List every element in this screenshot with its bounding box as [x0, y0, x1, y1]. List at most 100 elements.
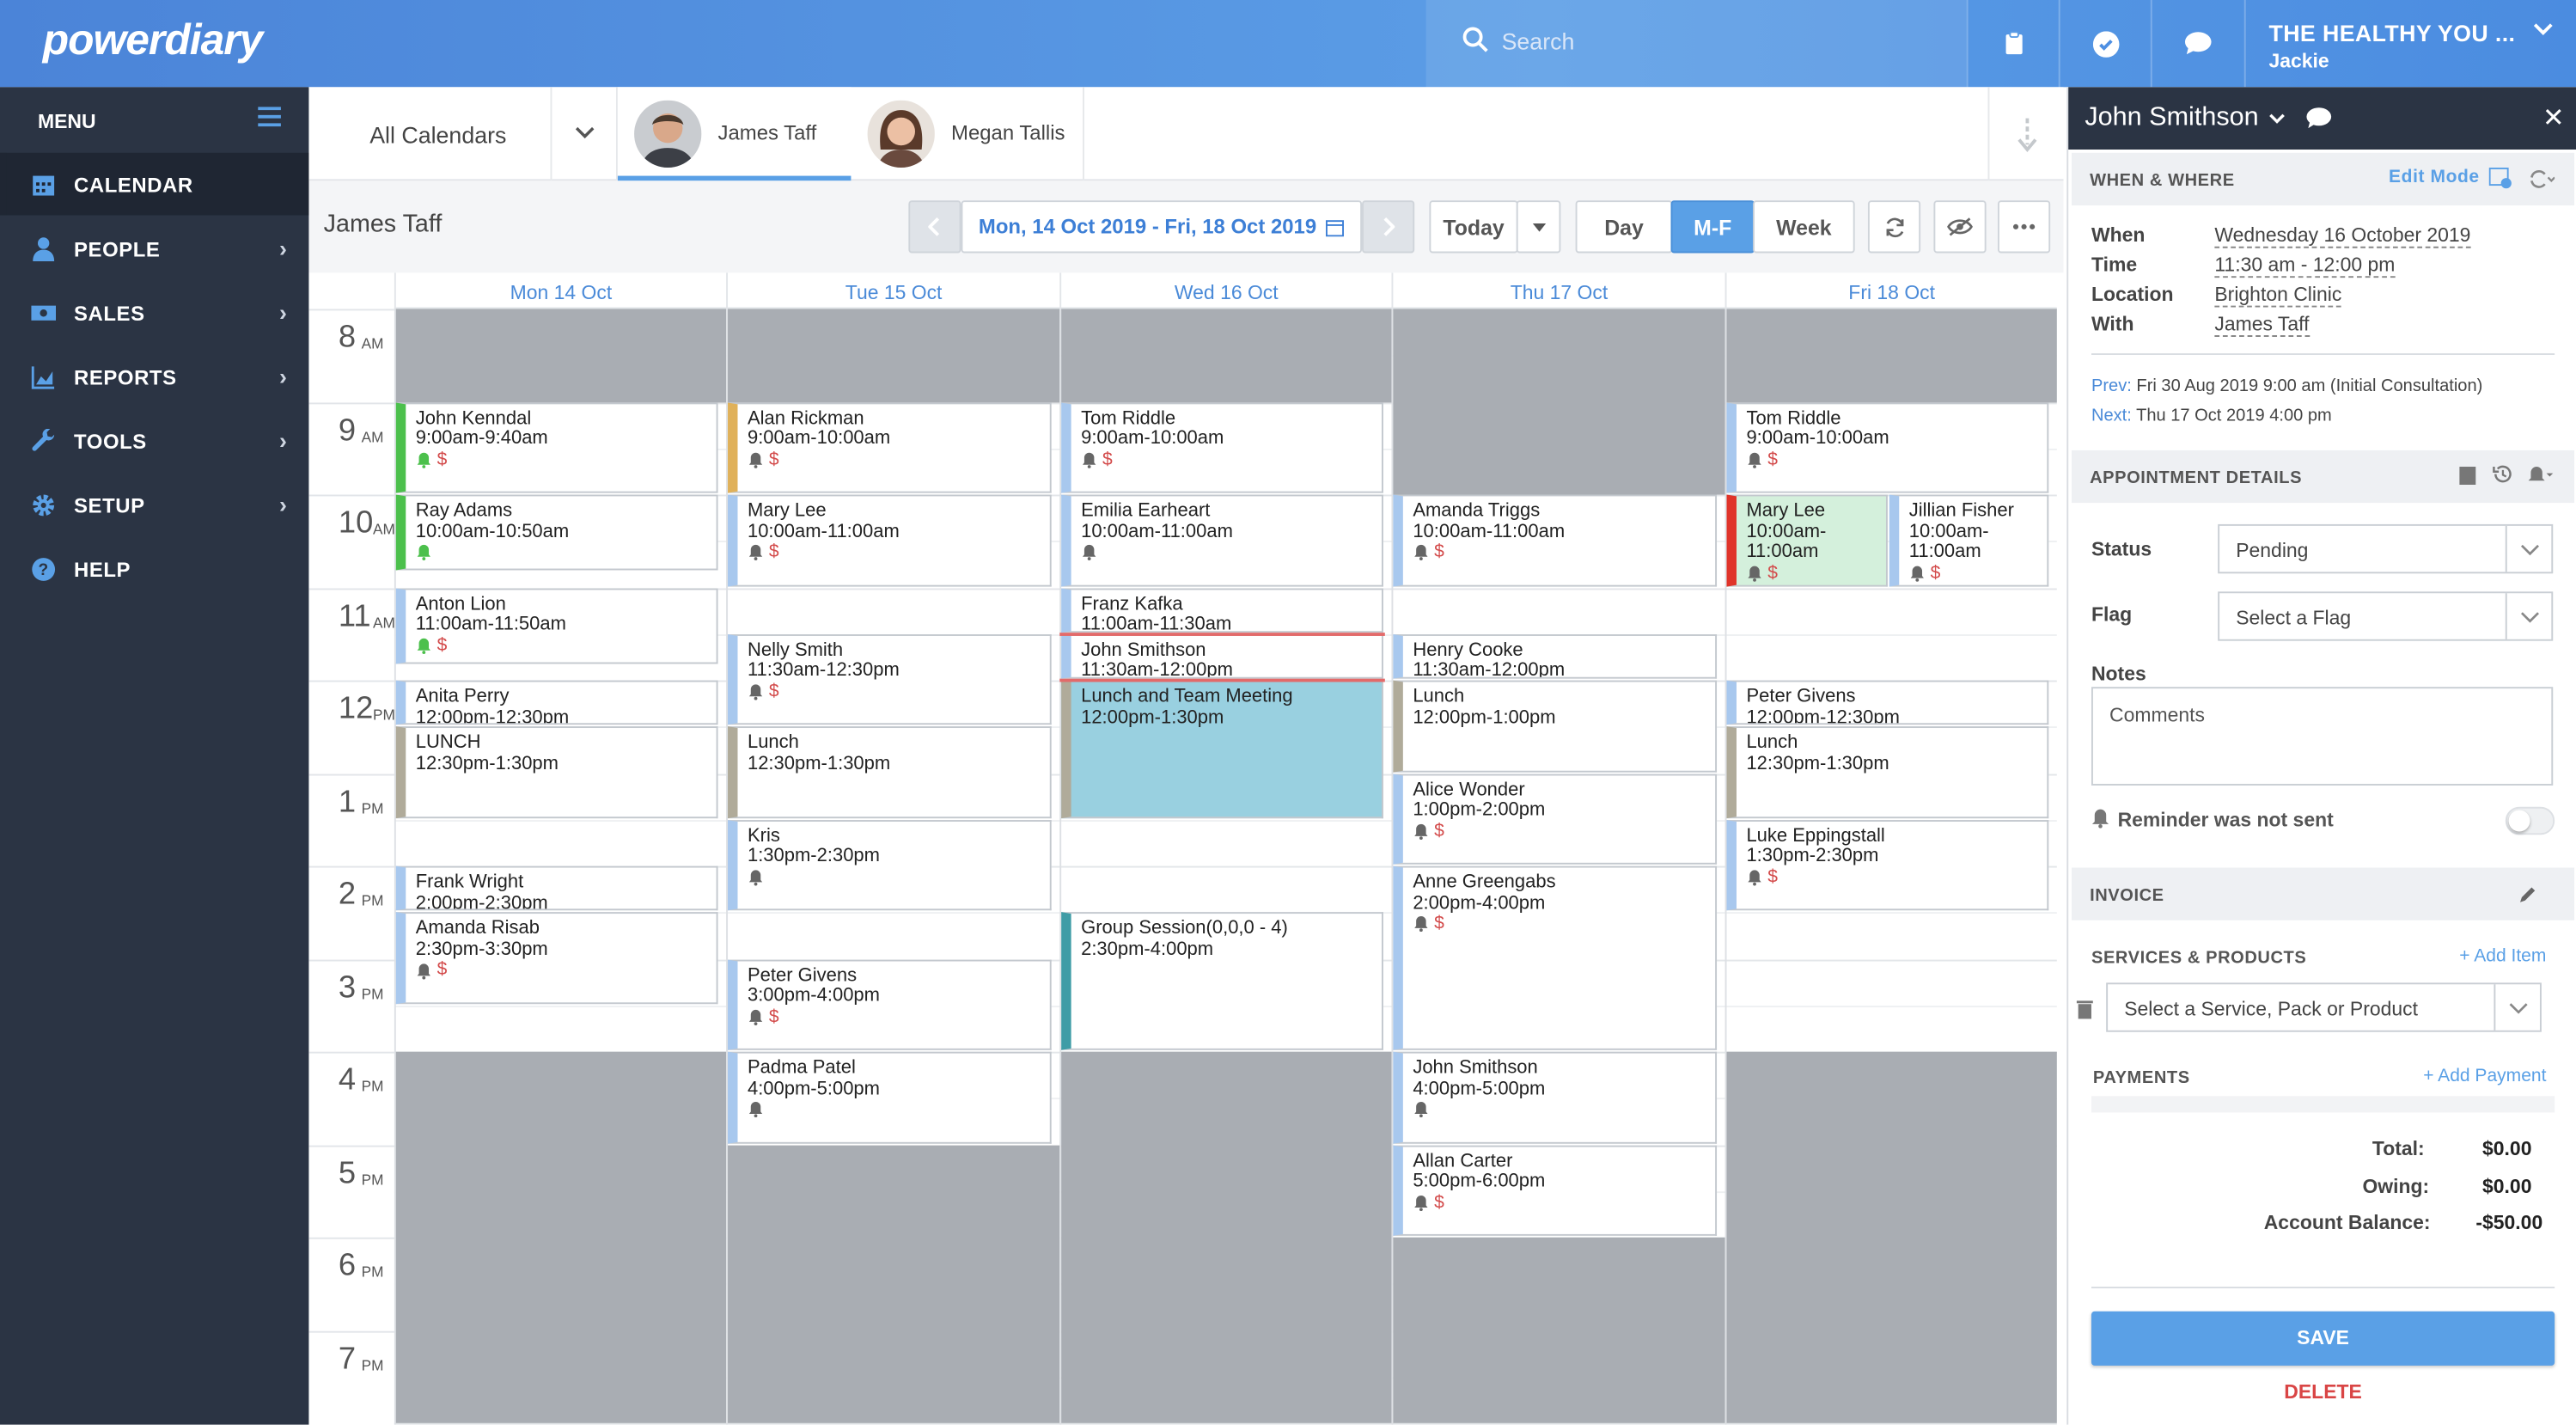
appointment-block[interactable]: Peter Givens 3:00pm-4:00pm $ [728, 958, 1052, 1050]
appointment-block[interactable]: John Smithson 4:00pm-5:00pm [1393, 1051, 1718, 1143]
field-value-with[interactable]: James Taff [2214, 312, 2310, 337]
appointment-block[interactable]: Tom Riddle 9:00am-10:00am $ [1061, 401, 1383, 493]
sidebar-item-people[interactable]: PEOPLE › [0, 217, 308, 279]
tab-megan-tallis[interactable]: Megan Tallis [851, 87, 1084, 181]
appointment-time: 12:30pm-1:30pm [1746, 754, 1889, 774]
hamburger-icon[interactable] [258, 107, 281, 127]
delete-button[interactable]: DELETE [2091, 1380, 2555, 1407]
appointment-block[interactable]: Alice Wonder 1:00pm-2:00pm $ [1393, 773, 1718, 865]
search-box[interactable]: Search [1425, 0, 1967, 88]
field-value-time[interactable]: 11:30 am - 12:00 pm [2214, 253, 2396, 278]
field-value-when[interactable]: Wednesday 16 October 2019 [2214, 223, 2471, 248]
add-item-link[interactable]: + Add Item [2459, 946, 2546, 966]
appointment-block[interactable]: Tom Riddle 9:00am-10:00am $ [1726, 401, 2049, 493]
field-value-location[interactable]: Brighton Clinic [2214, 283, 2342, 308]
tab-james-taff[interactable]: James Taff [617, 87, 852, 181]
appointment-block[interactable]: Emilia Earheart 10:00am-11:00am [1061, 494, 1383, 586]
sidebar-item-calendar[interactable]: CALENDAR [0, 152, 309, 216]
next-week-button[interactable] [1362, 200, 1415, 254]
chevron-down-icon[interactable] [2268, 113, 2285, 125]
appointment-block[interactable]: Group Session(0,0,0 - 4) 2:30pm-4:00pm [1061, 912, 1383, 1050]
sidebar-item-setup[interactable]: SETUP › [0, 474, 308, 536]
appointment-block[interactable]: Anton Lion 11:00am-11:50am $ [395, 587, 718, 664]
appointment-block[interactable]: Lunch 12:30pm-1:30pm [1726, 726, 2049, 818]
sync-icon[interactable] [2529, 169, 2555, 189]
prev-appointment[interactable]: Prev: Fri 30 Aug 2019 9:00 am (Initial C… [2091, 376, 2482, 396]
add-payment-link[interactable]: + Add Payment [2423, 1067, 2546, 1086]
pencil-icon[interactable] [2518, 884, 2538, 904]
sidebar-item-help[interactable]: ? HELP [0, 537, 308, 600]
day-header[interactable]: Mon 14 Oct [394, 272, 726, 309]
save-button[interactable]: SAVE [2091, 1311, 2555, 1366]
day-header[interactable]: Thu 17 Oct [1391, 272, 1724, 309]
unavailable-block [1726, 1051, 2057, 1423]
account-menu[interactable]: THE HEALTHY YOU ... Jackie [2243, 0, 2576, 88]
sidebar-item-reports[interactable]: REPORTS › [0, 346, 308, 408]
appointment-indicators: $ [748, 542, 1050, 562]
appointment-block[interactable]: Allan Carter 5:00pm-6:00pm $ [1393, 1144, 1718, 1236]
appointment-block[interactable]: Amanda Risab 2:30pm-3:30pm $ [395, 912, 718, 1004]
appointment-block[interactable]: Padma Patel 4:00pm-5:00pm [728, 1051, 1052, 1143]
calendars-dropdown[interactable] [552, 87, 618, 181]
flag-select[interactable]: Select a Flag [2218, 591, 2554, 641]
today-button[interactable]: Today [1429, 200, 1518, 254]
view-day-button[interactable]: Day [1575, 200, 1673, 254]
service-select[interactable]: Select a Service, Pack or Product [2106, 982, 2542, 1032]
appointment-block[interactable]: Lunch 12:00pm-1:00pm [1393, 680, 1718, 772]
appointment-block[interactable]: Luke Eppingstall 1:30pm-2:30pm $ [1726, 819, 2049, 911]
date-range-picker[interactable]: Mon, 14 Oct 2019 - Fri, 18 Oct 2019 [961, 200, 1363, 254]
sidebar-item-sales[interactable]: SALES › [0, 281, 308, 344]
appointment-block[interactable]: Frank Wright 2:00pm-2:30pm [395, 865, 718, 911]
next-appointment[interactable]: Next: Thu 17 Oct 2019 4:00 pm [2091, 406, 2332, 425]
tasks-button[interactable] [2058, 0, 2151, 88]
day-header[interactable]: Tue 15 Oct [726, 272, 1059, 309]
today-dropdown[interactable] [1516, 200, 1561, 254]
appointment-block[interactable]: Nelly Smith 11:30am-12:30pm $ [728, 633, 1052, 725]
status-select[interactable]: Pending [2218, 523, 2554, 574]
appointment-block[interactable]: Mary Lee 10:00am-11:00am $ [1726, 494, 1888, 586]
appointment-block[interactable]: Jillian Fisher 10:00am-11:00am $ [1889, 494, 2049, 586]
client-name[interactable]: John Smithson [2085, 103, 2258, 132]
sidebar-item-tools[interactable]: TOOLS › [0, 409, 308, 472]
appointment-block[interactable]: John Smithson 11:30am-12:00pm [1061, 633, 1383, 679]
more-options-button[interactable] [1997, 200, 2051, 254]
clipboard-icon[interactable] [2459, 465, 2476, 486]
messages-button[interactable] [2150, 0, 2243, 88]
day-header[interactable]: Fri 18 Oct [1724, 272, 2057, 309]
appointment-block[interactable]: Amanda Triggs 10:00am-11:00am $ [1393, 494, 1718, 586]
chat-icon[interactable] [2305, 107, 2334, 130]
appointment-block[interactable]: Peter Givens 12:00pm-12:30pm [1726, 680, 2049, 725]
all-calendars-tab[interactable]: All Calendars [308, 87, 552, 181]
view-week-button[interactable]: Week [1753, 200, 1855, 254]
appointment-block[interactable]: LUNCH 12:30pm-1:30pm [395, 726, 718, 818]
appointment-block[interactable]: Lunch and Team Meeting 12:00pm-1:30pm [1061, 680, 1383, 818]
appointment-block[interactable]: Mary Lee 10:00am-11:00am $ [728, 494, 1052, 586]
prev-week-button[interactable] [908, 200, 961, 254]
view-mf-button[interactable]: M-F [1670, 200, 1755, 254]
appointment-block[interactable]: Lunch 12:30pm-1:30pm [728, 726, 1052, 818]
appointment-block[interactable]: Ray Adams 10:00am-10:50am [395, 494, 718, 571]
hide-button[interactable] [1933, 200, 1987, 254]
edit-mode-link[interactable]: Edit Mode [2389, 168, 2480, 187]
appointment-block[interactable]: Kris 1:30pm-2:30pm [728, 819, 1052, 911]
clipboard-button[interactable] [1966, 0, 2059, 88]
appointment-block[interactable]: Henry Cooke 11:30am-12:00pm [1393, 633, 1718, 679]
appointment-block[interactable]: Anita Perry 12:00pm-12:30pm [395, 680, 718, 725]
appointment-block[interactable]: Anne Greengabs 2:00pm-4:00pm $ [1393, 865, 1718, 1050]
powerdiary-logo[interactable]: powerdiary [43, 15, 264, 65]
bell-icon[interactable] [2528, 465, 2555, 485]
trash-icon[interactable] [2076, 999, 2093, 1019]
calendar-info-icon[interactable] [2488, 166, 2512, 189]
day-header[interactable]: Wed 16 Oct [1059, 272, 1391, 309]
history-icon[interactable] [2493, 463, 2514, 485]
reminder-toggle[interactable] [2505, 806, 2555, 835]
refresh-button[interactable] [1867, 200, 1921, 254]
notes-textarea[interactable]: Comments [2091, 687, 2554, 786]
selected-slot-outline [1059, 678, 1385, 682]
appointment-block[interactable]: John Kenndal 9:00am-9:40am $ [395, 401, 718, 493]
dollar-icon: $ [1102, 449, 1113, 469]
appointment-block[interactable]: Franz Kafka 11:00am-11:30am [1061, 587, 1383, 633]
close-icon[interactable]: ✕ [2542, 102, 2565, 135]
scroll-down-button[interactable] [1987, 87, 2064, 181]
appointment-block[interactable]: Alan Rickman 9:00am-10:00am $ [728, 401, 1052, 493]
